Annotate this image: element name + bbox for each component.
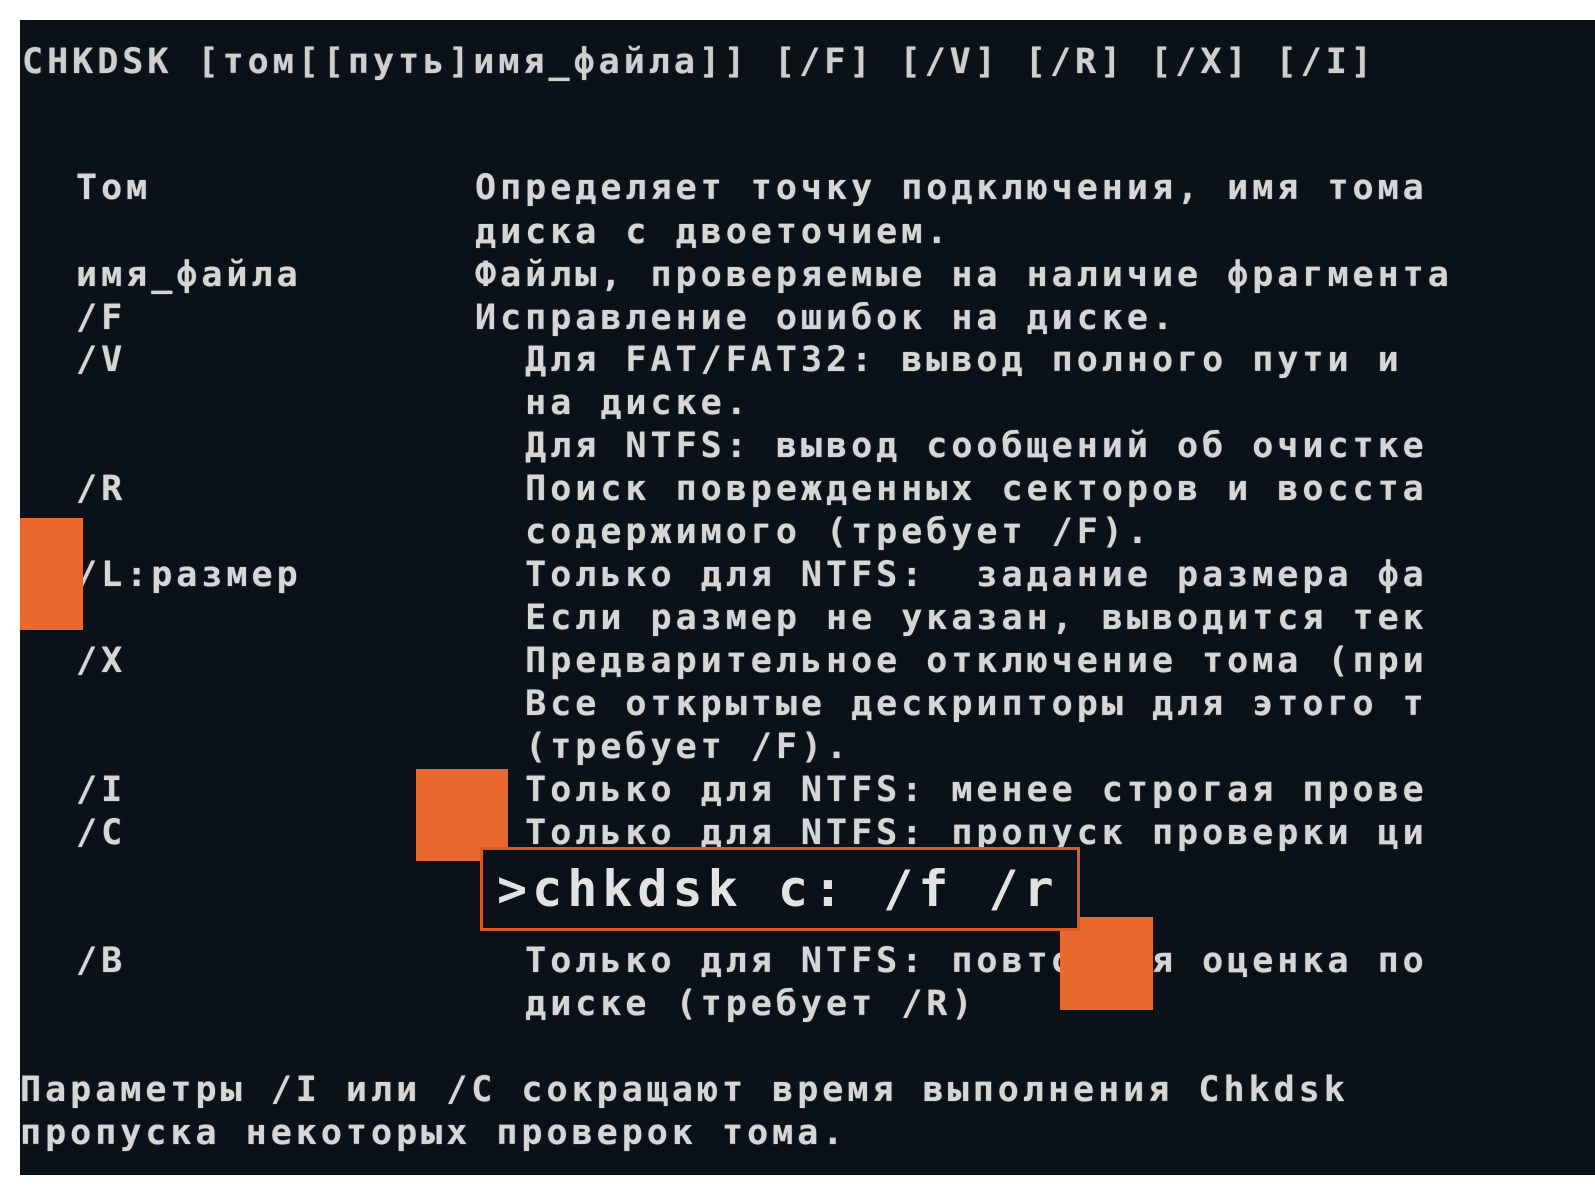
param-desc: Поиск поврежденных секторов и восста [475, 469, 1428, 509]
param-desc: Для FAT/FAT32: вывод полного пути и [475, 340, 1403, 380]
param-desc: на диске. [475, 383, 751, 423]
param-desc: диска с двоеточием. [475, 212, 952, 252]
param-desc: Файлы, проверяемые на наличие фрагмента [475, 255, 1453, 295]
param-name: /R [76, 469, 127, 509]
param-desc: Только для NTFS: менее строгая прове [475, 770, 1428, 810]
param-desc: Определяет точку подключения, имя тома [475, 168, 1428, 208]
param-desc: (требует /F). [475, 727, 852, 767]
param-desc: содержимого (требует /F). [475, 512, 1152, 552]
param-desc: Предварительное отключение тома (при [475, 641, 1428, 681]
param-name: /C [76, 813, 127, 853]
param-name: /X [76, 641, 127, 681]
param-name: /L:размер [76, 555, 302, 595]
param-desc: Если размер не указан, выводится тек [475, 598, 1428, 638]
param-name: имя_файла [76, 255, 302, 295]
param-name: /I [76, 770, 127, 810]
command-highlight: >chkdsk c: /f /r [480, 847, 1080, 931]
footer-line: Параметры /I или /C сокращают время выпо… [20, 1070, 1349, 1110]
param-name: /F [76, 298, 127, 338]
footer-line: пропуска некоторых проверок тома. [20, 1113, 848, 1153]
decor-block [20, 518, 83, 630]
param-desc: Только для NTFS: повторная оценка по [475, 941, 1428, 981]
usage-line: CHKDSK [том[[путь]имя_файла]] [/F] [/V] … [22, 42, 1376, 82]
param-desc: диске (требует /R) [475, 984, 977, 1024]
command-text: >chkdsk c: /f /r [497, 860, 1059, 918]
param-name: /B [76, 941, 127, 981]
param-desc: Только для NTFS: задание размера фа [475, 555, 1428, 595]
console-window: CHKDSK [том[[путь]имя_файла]] [/F] [/V] … [20, 20, 1595, 1175]
param-desc: Все открытые дескрипторы для этого т [475, 684, 1428, 724]
param-name: Том [76, 168, 152, 208]
param-name: /V [76, 340, 127, 380]
param-desc: Исправление ошибок на диске. [475, 298, 1178, 338]
param-desc: Для NTFS: вывод сообщений об очистке [475, 426, 1428, 466]
